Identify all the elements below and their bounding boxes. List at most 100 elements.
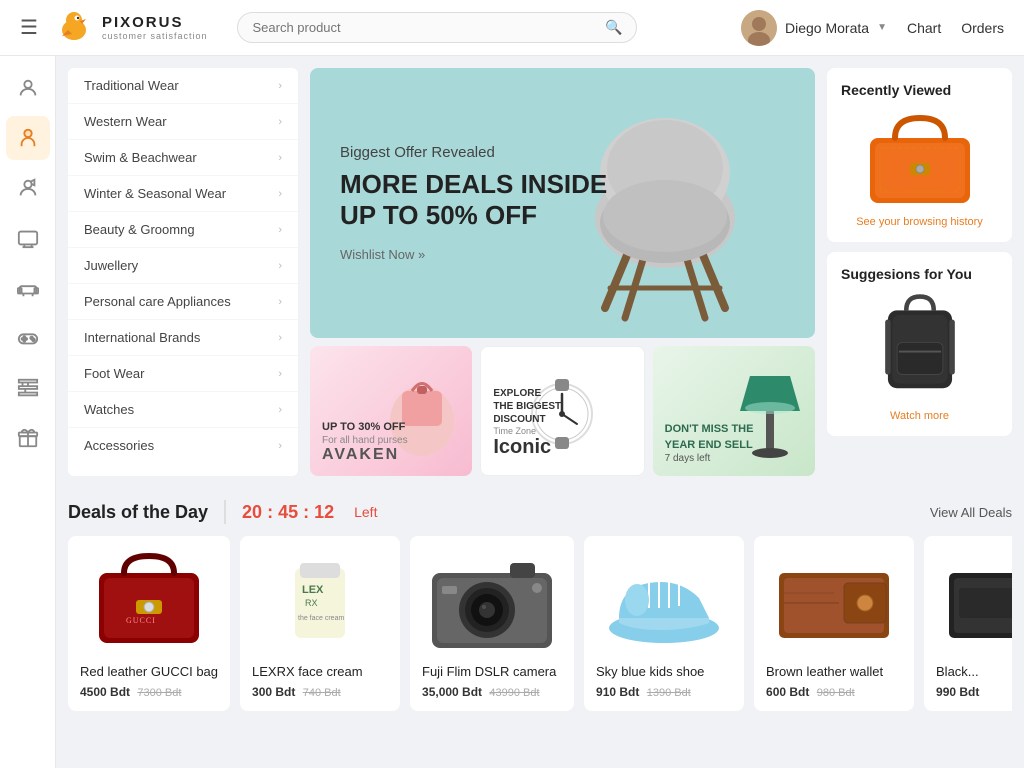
backpack-image: [870, 292, 970, 402]
sub-banner-2-cat: Time Zone: [493, 426, 561, 436]
side-icons: [0, 56, 56, 768]
header: ☰ PIXORUS customer satisfaction 🔍 Diego …: [0, 0, 1024, 56]
product-name: Black...: [936, 664, 1012, 679]
category-item-international-brands[interactable]: International Brands›: [68, 320, 298, 356]
category-item-traditional-wear[interactable]: Traditional Wear›: [68, 68, 298, 104]
user-name: Diego Morata: [785, 20, 869, 36]
chart-link[interactable]: Chart: [907, 20, 941, 36]
product-image: LEX RX the face cream: [252, 548, 388, 658]
category-item-juwellery[interactable]: Juwellery›: [68, 248, 298, 284]
recently-viewed-box: Recently Viewed See your browsing hist: [827, 68, 1012, 242]
deals-section: Deals of the Day 20 : 45 : 12 Left View …: [56, 488, 1024, 731]
view-all-deals[interactable]: View All Deals: [930, 505, 1012, 520]
page-container: Traditional Wear›Western Wear›Swim & Bea…: [0, 56, 1024, 768]
category-arrow-icon: ›: [278, 332, 282, 344]
sub-banner-lamp[interactable]: DON'T MISS THEYEAR END SELL 7 days left: [653, 346, 815, 476]
svg-text:the face cream: the face cream: [298, 615, 344, 622]
product-card[interactable]: Brown leather wallet 600 Bdt 980 Bdt: [754, 536, 914, 711]
avaken-brand: AVAKEN: [322, 446, 408, 464]
category-arrow-icon: ›: [278, 116, 282, 128]
product-price: 910 Bdt 1390 Bdt: [596, 685, 732, 699]
product-original-price: 43990 Bdt: [489, 687, 539, 699]
sidebar-icon-tv[interactable]: [6, 216, 50, 260]
product-price: 35,000 Bdt 43990 Bdt: [422, 685, 562, 699]
category-item-watches[interactable]: Watches›: [68, 392, 298, 428]
product-price: 4500 Bdt 7300 Bdt: [80, 685, 218, 699]
recently-viewed-title: Recently Viewed: [841, 82, 998, 98]
product-name: Sky blue kids shoe: [596, 664, 732, 679]
orders-link[interactable]: Orders: [961, 20, 1004, 36]
banner-title: MORE DEALS INSIDEUP TO 50% OFF: [340, 169, 607, 231]
product-original-price: 740 Bdt: [303, 687, 341, 699]
user-area[interactable]: Diego Morata ▼: [741, 10, 887, 46]
product-image: [766, 548, 902, 658]
product-name: Fuji Flim DSLR camera: [422, 664, 562, 679]
product-card[interactable]: GUCCI Red leather GUCCI bag 4500 Bdt 730…: [68, 536, 230, 711]
search-icon[interactable]: 🔍: [605, 19, 622, 36]
logo: PIXORUS customer satisfaction: [54, 8, 208, 48]
category-item-swim-&-beachwear[interactable]: Swim & Beachwear›: [68, 140, 298, 176]
deals-left: Left: [354, 504, 377, 520]
sub-banner-watches[interactable]: EXPLORETHE BIGGESTDISCOUNT Time Zone Ico…: [480, 346, 644, 476]
logo-name: PIXORUS: [102, 14, 208, 31]
deals-title: Deals of the Day: [68, 502, 208, 523]
category-arrow-icon: ›: [278, 224, 282, 236]
category-item-foot-wear[interactable]: Foot Wear›: [68, 356, 298, 392]
sub-banner-3-top: DON'T MISS THEYEAR END SELL: [665, 422, 754, 453]
product-image: [596, 548, 732, 658]
suggestions-box: Suggesions for You: [827, 252, 1012, 436]
product-card[interactable]: Black... 990 Bdt: [924, 536, 1012, 711]
svg-text:RX: RX: [305, 598, 318, 608]
watch-more-link[interactable]: Watch more: [841, 410, 998, 422]
logo-bird-icon: [54, 8, 94, 48]
product-price: 600 Bdt 980 Bdt: [766, 685, 902, 699]
category-item-personal-care-appliances[interactable]: Personal care Appliances›: [68, 284, 298, 320]
category-item-beauty-&-groomng[interactable]: Beauty & Groomng›: [68, 212, 298, 248]
category-arrow-icon: ›: [278, 404, 282, 416]
product-name: LEXRX face cream: [252, 664, 388, 679]
category-menu: Traditional Wear›Western Wear›Swim & Bea…: [68, 68, 298, 476]
product-current-price: 990 Bdt: [936, 685, 979, 699]
sidebar-icon-sofa[interactable]: [6, 266, 50, 310]
chevron-down-icon: ▼: [877, 22, 887, 33]
svg-text:GUCCI: GUCCI: [126, 616, 156, 625]
product-name: Red leather GUCCI bag: [80, 664, 218, 679]
sub-banner-1-label: For all hand purses: [322, 435, 408, 446]
product-original-price: 980 Bdt: [817, 687, 855, 699]
logo-text: PIXORUS customer satisfaction: [102, 14, 208, 41]
sidebar-icon-controller[interactable]: [6, 316, 50, 360]
banner-subtitle: Biggest Offer Revealed: [340, 144, 607, 161]
product-original-price: 7300 Bdt: [137, 687, 181, 699]
product-grid: GUCCI Red leather GUCCI bag 4500 Bdt 730…: [68, 536, 1012, 715]
sidebar-icon-user[interactable]: [6, 66, 50, 110]
category-item-western-wear[interactable]: Western Wear›: [68, 104, 298, 140]
product-original-price: 1390 Bdt: [647, 687, 691, 699]
product-current-price: 910 Bdt: [596, 685, 639, 699]
logo-sub: customer satisfaction: [102, 31, 208, 41]
category-arrow-icon: ›: [278, 296, 282, 308]
category-arrow-icon: ›: [278, 152, 282, 164]
product-current-price: 4500 Bdt: [80, 685, 130, 699]
banner-text: Biggest Offer Revealed MORE DEALS INSIDE…: [340, 144, 607, 262]
product-card[interactable]: LEX RX the face cream LEXRX face cream 3…: [240, 536, 400, 711]
sidebar-icon-support[interactable]: [6, 166, 50, 210]
sidebar-icon-gift[interactable]: [6, 416, 50, 460]
category-arrow-icon: ›: [278, 188, 282, 200]
sidebar-icon-shelf[interactable]: [6, 366, 50, 410]
browse-history-link[interactable]: See your browsing history: [841, 216, 998, 228]
product-image: [936, 548, 1012, 658]
product-image: [422, 548, 562, 658]
sub-banner-purses[interactable]: UP TO 30% OFF For all hand purses AVAKEN: [310, 346, 472, 476]
category-item-accessories[interactable]: Accessories›: [68, 428, 298, 463]
sidebar-icon-person[interactable]: [6, 116, 50, 160]
top-section: Traditional Wear›Western Wear›Swim & Bea…: [56, 56, 1024, 488]
deals-divider: [224, 500, 226, 524]
wishlist-button[interactable]: Wishlist Now »: [340, 247, 607, 262]
category-item-winter-&-seasonal-wear[interactable]: Winter & Seasonal Wear›: [68, 176, 298, 212]
product-card[interactable]: Fuji Flim DSLR camera 35,000 Bdt 43990 B…: [410, 536, 574, 711]
product-price: 300 Bdt 740 Bdt: [252, 685, 388, 699]
menu-icon[interactable]: ☰: [20, 15, 38, 40]
product-card[interactable]: Sky blue kids shoe 910 Bdt 1390 Bdt: [584, 536, 744, 711]
search-input[interactable]: [252, 20, 605, 35]
sub-banners: UP TO 30% OFF For all hand purses AVAKEN: [310, 346, 815, 476]
